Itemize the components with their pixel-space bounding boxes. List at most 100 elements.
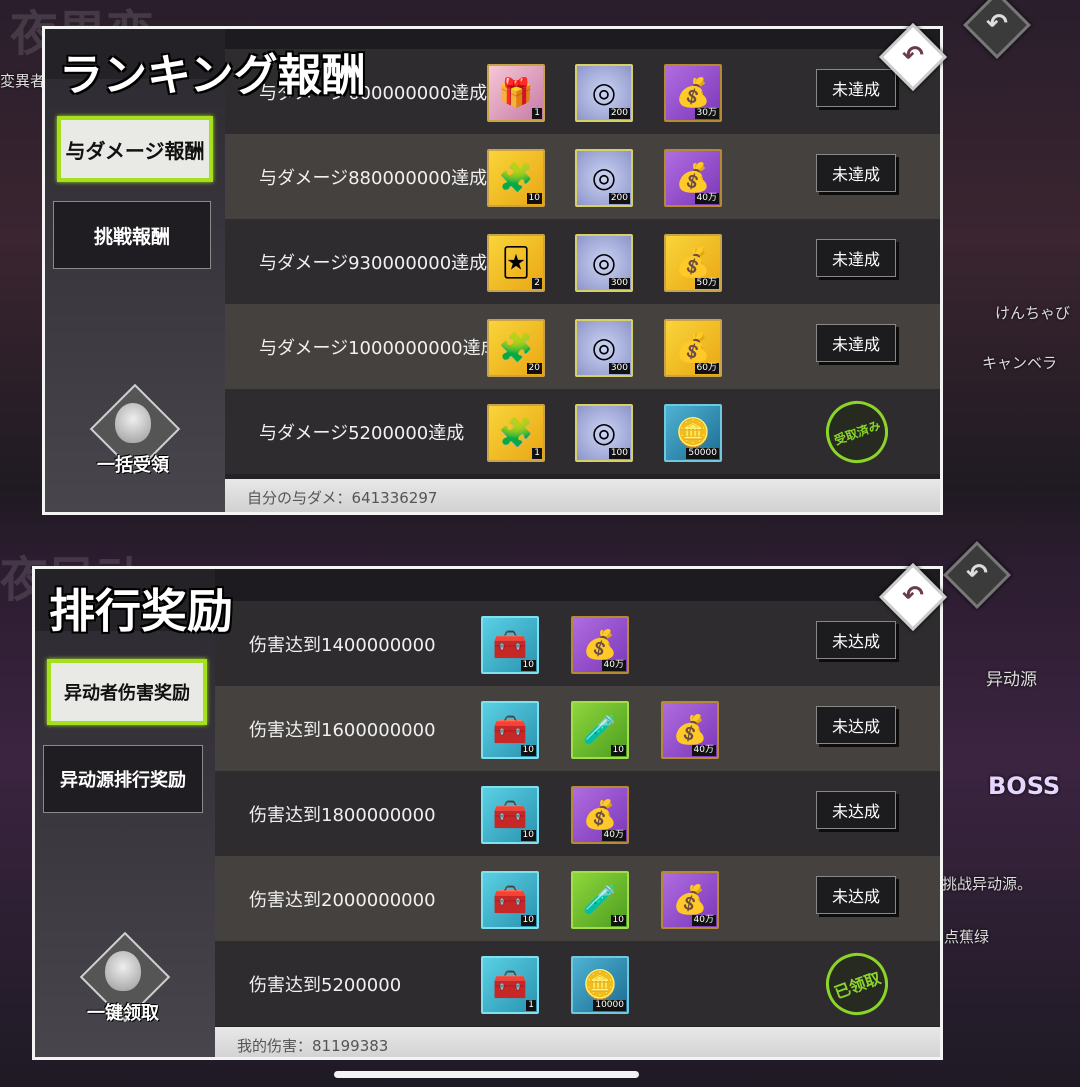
- item-qty: 40万: [691, 745, 716, 756]
- item-qty: 300: [608, 278, 630, 289]
- status-button[interactable]: 未達成: [816, 154, 896, 192]
- close-button[interactable]: ↶: [878, 562, 948, 632]
- tab-attacker-damage-reward[interactable]: 异动者伤害奖励: [47, 659, 207, 725]
- reward-item[interactable]: 🪙 10000: [571, 956, 629, 1014]
- reward-item[interactable]: 🧰 10: [481, 871, 539, 929]
- reward-item[interactable]: 💰 30万: [664, 64, 722, 122]
- item-qty: 10: [526, 193, 542, 204]
- table-row: 伤害达到2000000000 🧰 10 🧪 10 💰 40万 未达成: [215, 856, 940, 941]
- medal-icon: ◎: [591, 331, 617, 364]
- claimed-stamp: 受取済み: [817, 392, 897, 472]
- reward-list[interactable]: 伤害达到1400000000 🧰 10 💰 40万 未达成 伤害达到16000000…: [215, 601, 940, 1027]
- potion-icon: 🧪: [582, 713, 618, 746]
- bulk-claim-button[interactable]: 一括受領: [85, 383, 181, 485]
- status-button[interactable]: 未達成: [816, 324, 896, 362]
- sidebar: 与ダメージ報酬 挑戦報酬 一括受領: [45, 79, 225, 512]
- status-button[interactable]: 未达成: [816, 876, 896, 914]
- gold-coins-icon: 🪙: [675, 416, 711, 449]
- reward-item[interactable]: 🧪 10: [571, 871, 629, 929]
- item-qty: 1: [526, 1000, 536, 1011]
- reward-item[interactable]: 🎁 1: [487, 64, 545, 122]
- character-icon: [105, 951, 141, 991]
- reward-item[interactable]: 💰 50万: [664, 234, 722, 292]
- reward-item[interactable]: ◎ 300: [575, 319, 633, 377]
- reward-list[interactable]: 与ダメージ600000000達成 🎁 1 ◎ 200 💰 30万 未達成 与ダメージ8…: [225, 49, 940, 479]
- row-label: 伤害达到1400000000: [249, 635, 436, 656]
- reward-item[interactable]: 🧩 20: [487, 319, 545, 377]
- table-row: 与ダメージ1000000000達成 🧩 20 ◎ 300 💰 60万 未達成: [225, 304, 940, 389]
- ssr-card-icon: 🃏: [501, 246, 531, 279]
- reward-item[interactable]: 🧰 10: [481, 616, 539, 674]
- medal-icon: ◎: [591, 246, 617, 279]
- row-label: 伤害达到1600000000: [249, 720, 436, 741]
- bg-label: 异动源: [986, 670, 1037, 690]
- bg-label: けんちゃび: [995, 304, 1071, 322]
- ranking-reward-panel: 排行奖励 排名 奖励 异动者伤害奖励 异动源排行奖励 一键领取 伤害达到1400…: [32, 566, 943, 1060]
- tab-label: 异动源排行奖励: [60, 770, 186, 791]
- reward-item[interactable]: 💰 40万: [661, 871, 719, 929]
- medal-icon: ◎: [591, 76, 617, 109]
- reward-item[interactable]: ◎ 200: [575, 64, 633, 122]
- tab-challenge-reward[interactable]: 挑戦報酬: [53, 201, 211, 269]
- bg-label: 点蕉绿: [944, 928, 990, 946]
- item-qty: 200: [608, 108, 630, 119]
- bg-label: 変異者: [0, 72, 46, 90]
- home-indicator[interactable]: [334, 1071, 639, 1078]
- chest-icon: 🧰: [492, 713, 528, 746]
- gold-pile-icon: 💰: [672, 883, 708, 916]
- bulk-claim-label: 一键领取: [87, 1003, 159, 1024]
- my-damage-text: 我的伤害：81199383: [237, 1037, 389, 1055]
- gold-bag-icon: 💰: [675, 246, 711, 279]
- status-button[interactable]: 未達成: [816, 239, 896, 277]
- reward-item[interactable]: 🃏 2: [487, 234, 545, 292]
- reward-item[interactable]: 🧪 10: [571, 701, 629, 759]
- reward-item[interactable]: 🧰 10: [481, 701, 539, 759]
- reward-item[interactable]: 💰 40万: [571, 616, 629, 674]
- gold-pile-icon: 💰: [675, 161, 711, 194]
- puzzle-piece-icon: 🧩: [498, 416, 534, 449]
- status-button[interactable]: 未达成: [816, 706, 896, 744]
- item-qty: 10000: [593, 1000, 626, 1011]
- reward-item[interactable]: 💰 40万: [664, 149, 722, 207]
- panel-title: 排行奖励: [49, 584, 233, 638]
- footer-bar: 我的伤害：81199383: [215, 1027, 940, 1057]
- reward-item[interactable]: 🧩 1: [487, 404, 545, 462]
- item-qty: 40万: [691, 915, 716, 926]
- reward-item[interactable]: 💰 40万: [661, 701, 719, 759]
- boss-label[interactable]: BOSS: [988, 772, 1060, 800]
- back-button[interactable]: ↶: [962, 0, 1032, 60]
- item-qty: 10: [520, 660, 536, 671]
- row-label: 与ダメージ5200000達成: [259, 423, 465, 444]
- table-row: 与ダメージ930000000達成 🃏 2 ◎ 300 💰 50万 未達成: [225, 219, 940, 304]
- row-label: 与ダメージ930000000達成: [259, 253, 488, 274]
- back-button[interactable]: ↶: [942, 540, 1012, 610]
- table-row: 伤害达到1800000000 🧰 10 💰 40万 未达成: [215, 771, 940, 856]
- reward-item[interactable]: ◎ 100: [575, 404, 633, 462]
- panel-title: ランキング報酬: [59, 50, 366, 101]
- reward-item[interactable]: 💰 60万: [664, 319, 722, 377]
- reward-item[interactable]: ◎ 300: [575, 234, 633, 292]
- item-qty: 20: [526, 363, 542, 374]
- item-qty: 40万: [601, 830, 626, 841]
- undo-icon: ↶: [966, 559, 988, 589]
- undo-icon: ↶: [902, 41, 924, 71]
- pink-chest-icon: 🎁: [498, 76, 534, 109]
- status-button[interactable]: 未达成: [816, 791, 896, 829]
- undo-icon: ↶: [902, 581, 924, 611]
- reward-item[interactable]: 🧰 1: [481, 956, 539, 1014]
- reward-item[interactable]: 💰 40万: [571, 786, 629, 844]
- item-qty: 30万: [694, 108, 719, 119]
- close-button[interactable]: ↶: [878, 22, 948, 92]
- reward-item[interactable]: ◎ 200: [575, 149, 633, 207]
- reward-item[interactable]: 🪙 50000: [664, 404, 722, 462]
- tab-damage-reward[interactable]: 与ダメージ報酬: [57, 116, 213, 182]
- tab-source-ranking-reward[interactable]: 异动源排行奖励: [43, 745, 203, 813]
- gold-pile-icon: 💰: [675, 76, 711, 109]
- item-qty: 100: [608, 448, 630, 459]
- bulk-claim-button[interactable]: 一键领取: [75, 931, 171, 1033]
- tab-label: 挑戦報酬: [93, 225, 170, 248]
- reward-item[interactable]: 🧰 10: [481, 786, 539, 844]
- reward-item[interactable]: 🧩 10: [487, 149, 545, 207]
- item-qty: 40万: [694, 193, 719, 204]
- item-qty: 300: [608, 363, 630, 374]
